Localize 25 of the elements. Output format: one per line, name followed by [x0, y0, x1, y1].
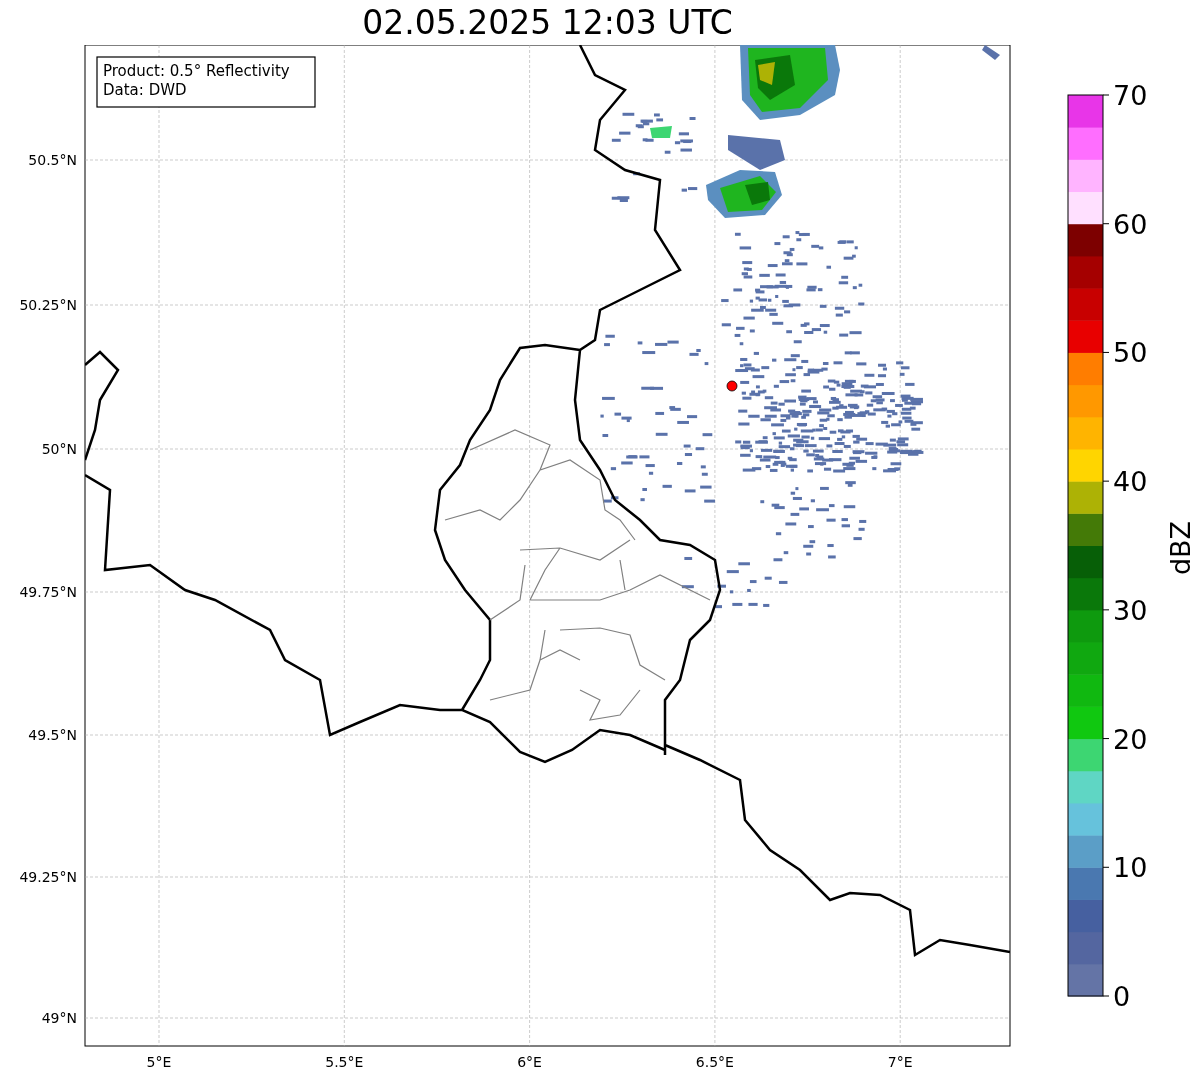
- longitude-label: 6°E: [517, 1054, 542, 1070]
- info-text: Product: 0.5° Reflectivity: [103, 62, 290, 80]
- longitude-label: 5.5°E: [325, 1054, 364, 1070]
- latitude-label: 50.5°N: [28, 152, 77, 168]
- latitude-label: 49.25°N: [19, 869, 77, 885]
- latitude-label: 50°N: [41, 441, 77, 457]
- chart-title: 02.05.2025 12:03 UTC: [362, 6, 733, 39]
- latitude-label: 50.25°N: [19, 297, 77, 313]
- colorbar-tick-label: 60: [1113, 208, 1148, 240]
- radar-site-marker: [726, 380, 738, 392]
- colorbar-tick-label: 10: [1113, 852, 1148, 884]
- colorbar-tick-label: 30: [1113, 594, 1148, 626]
- colorbar-tick-label: 0: [1113, 981, 1131, 1012]
- colorbar-label: dBZ: [1165, 520, 1196, 576]
- colorbar-tick-label: 70: [1113, 80, 1148, 111]
- colorbar-tick-label: 20: [1113, 723, 1148, 755]
- longitude-label: 7°E: [887, 1054, 913, 1070]
- colorbar-tick-label: 50: [1113, 337, 1148, 369]
- longitude-label: 5°E: [146, 1054, 172, 1070]
- latitude-label: 49.75°N: [19, 584, 77, 600]
- latitude-label: 49.5°N: [28, 727, 77, 743]
- colorbar-tick-label: 40: [1113, 466, 1148, 498]
- longitude-label: 6.5°E: [695, 1054, 734, 1070]
- latitude-label: 49°N: [41, 1010, 77, 1026]
- info-text: Data: DWD: [103, 81, 187, 99]
